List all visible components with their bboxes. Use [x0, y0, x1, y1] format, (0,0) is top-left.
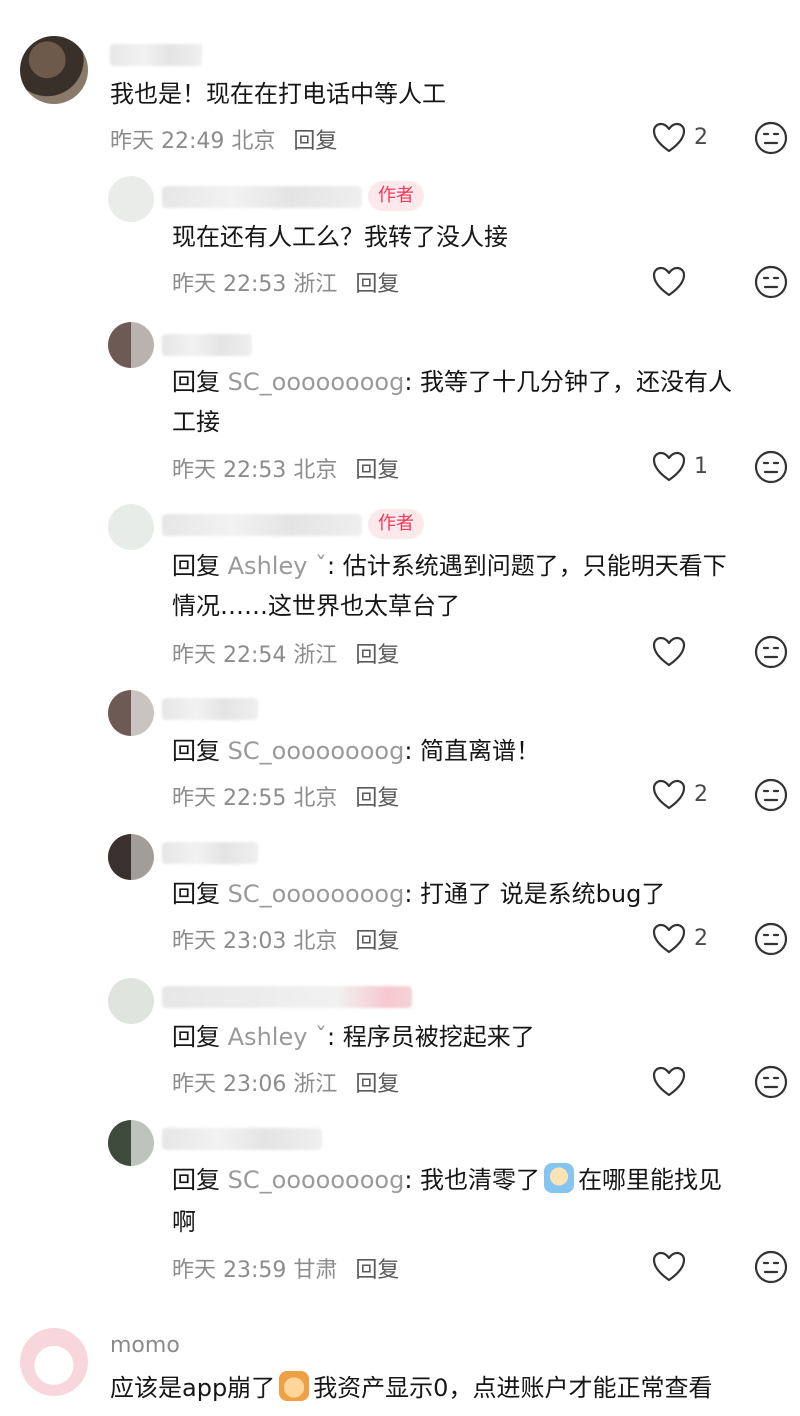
avatar[interactable] [20, 1328, 88, 1396]
timestamp-location: 昨天 22:53 浙江 [172, 272, 338, 297]
neutral-face-icon[interactable] [754, 922, 788, 956]
heart-outline-icon[interactable] [652, 923, 686, 955]
neutral-face-icon[interactable] [754, 635, 788, 669]
reply-target-username[interactable]: SC_oooooooog [228, 368, 405, 396]
reply-target-username[interactable]: SC_oooooooog [228, 880, 405, 908]
blurred-username[interactable] [162, 186, 362, 208]
avatar[interactable] [20, 36, 88, 104]
reply-button[interactable]: 回复 [355, 786, 399, 811]
comment-thread: 我也是！现在在打电话中等人工 昨天 22:49 北京 回复 作者 现在还有人工么？… [0, 0, 800, 1416]
blurred-username[interactable] [162, 986, 412, 1008]
avatar[interactable] [108, 504, 154, 550]
username[interactable]: momo [110, 1333, 180, 1358]
blurred-username[interactable] [162, 1128, 322, 1150]
comment-meta: 昨天 22:49 北京 回复 [110, 123, 337, 155]
reply-target-username[interactable]: Ashley ˇ [228, 1023, 327, 1051]
avatar[interactable] [108, 1120, 154, 1166]
comment-text: 回复 Ashley ˇ: 估计系统遇到问题了，只能明天看下 [172, 552, 727, 580]
comment-text: 现在还有人工么？我转了没人接 [172, 223, 508, 251]
timestamp-location: 昨天 22:54 浙江 [172, 643, 338, 668]
comment-text: 回复 SC_oooooooog: 简直离谱！ [172, 737, 541, 765]
crying-emoji-icon [544, 1163, 575, 1193]
comment-meta: 昨天 23:03 北京 回复 [172, 923, 399, 955]
comment-meta: 昨天 23:59 甘肃 回复 [172, 1252, 399, 1284]
neutral-face-icon[interactable] [754, 121, 788, 155]
author-badge: 作者 [368, 509, 424, 539]
comment-text: 回复 SC_oooooooog: 我也清零了 在哪里能找见 [172, 1160, 722, 1200]
heart-outline-icon[interactable] [652, 1251, 686, 1283]
blurred-username[interactable] [162, 698, 258, 720]
reply-button[interactable]: 回复 [355, 272, 399, 297]
comment-meta: 昨天 22:53 浙江 回复 [172, 266, 399, 298]
like-count: 2 [694, 125, 708, 150]
cat-emoji-icon [279, 1371, 310, 1401]
timestamp-location: 昨天 22:49 北京 [110, 129, 276, 154]
heart-outline-icon[interactable] [652, 266, 686, 298]
neutral-face-icon[interactable] [754, 778, 788, 812]
comment-text-continued: 工接 [172, 408, 220, 436]
avatar[interactable] [108, 322, 154, 368]
reply-target-username[interactable]: SC_oooooooog [228, 1166, 405, 1194]
neutral-face-icon[interactable] [754, 1065, 788, 1099]
blurred-username[interactable] [162, 334, 252, 356]
heart-outline-icon[interactable] [652, 1066, 686, 1098]
avatar[interactable] [108, 834, 154, 880]
heart-outline-icon[interactable] [652, 636, 686, 668]
comment-text: 回复 Ashley ˇ: 程序员被挖起来了 [172, 1023, 535, 1051]
timestamp-location: 昨天 22:53 北京 [172, 458, 338, 483]
avatar[interactable] [108, 690, 154, 736]
avatar[interactable] [108, 176, 154, 222]
like-count: 2 [694, 926, 708, 951]
reply-target-username[interactable]: SC_oooooooog [228, 737, 405, 765]
comment-text: 我也是！现在在打电话中等人工 [110, 80, 446, 108]
reply-button[interactable]: 回复 [355, 1072, 399, 1097]
neutral-face-icon[interactable] [754, 1250, 788, 1284]
reply-target-username[interactable]: Ashley ˇ [228, 552, 327, 580]
comment-meta: 昨天 23:06 浙江 回复 [172, 1066, 399, 1098]
reply-button[interactable]: 回复 [355, 643, 399, 668]
heart-outline-icon[interactable] [652, 779, 686, 811]
neutral-face-icon[interactable] [754, 450, 788, 484]
timestamp-location: 昨天 23:03 北京 [172, 929, 338, 954]
blurred-username[interactable] [110, 44, 202, 66]
heart-outline-icon[interactable] [652, 122, 686, 154]
timestamp-location: 昨天 23:06 浙江 [172, 1072, 338, 1097]
reply-button[interactable]: 回复 [355, 458, 399, 483]
heart-outline-icon[interactable] [652, 451, 686, 483]
timestamp-location: 昨天 22:55 北京 [172, 786, 338, 811]
reply-button[interactable]: 回复 [355, 929, 399, 954]
neutral-face-icon[interactable] [754, 265, 788, 299]
comment-text-continued: 啊 [172, 1208, 196, 1236]
reply-button[interactable]: 回复 [293, 129, 337, 154]
blurred-username[interactable] [162, 842, 258, 864]
like-count: 2 [694, 782, 708, 807]
comment-text: 回复 SC_oooooooog: 打通了 说是系统bug了 [172, 880, 666, 908]
comment-meta: 昨天 22:55 北京 回复 [172, 780, 399, 812]
timestamp-location: 昨天 23:59 甘肃 [172, 1258, 338, 1283]
comment-text: 应该是app崩了 我资产显示0，点进账户才能正常查看 [110, 1368, 712, 1408]
comment-meta: 昨天 22:54 浙江 回复 [172, 637, 399, 669]
blurred-username[interactable] [162, 514, 362, 536]
comment-text-continued: 情况……这世界也太草台了 [172, 592, 460, 620]
comment-meta: 昨天 22:53 北京 回复 [172, 452, 399, 484]
like-count: 1 [694, 454, 708, 479]
reply-button[interactable]: 回复 [355, 1258, 399, 1283]
avatar[interactable] [108, 978, 154, 1024]
author-badge: 作者 [368, 181, 424, 211]
comment-text: 回复 SC_oooooooog: 我等了十几分钟了，还没有人 [172, 368, 733, 396]
